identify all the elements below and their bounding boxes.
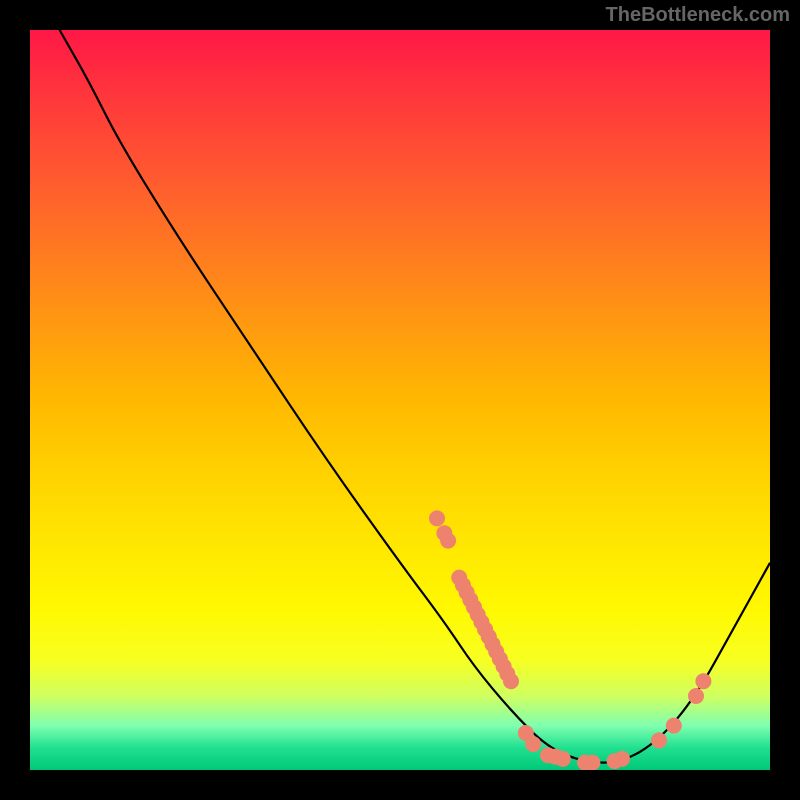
- chart-svg: [30, 30, 770, 770]
- watermark-text: TheBottleneck.com: [606, 4, 790, 27]
- chart-scatter-points: [429, 510, 711, 770]
- scatter-point: [429, 510, 445, 526]
- scatter-point: [584, 755, 600, 770]
- scatter-point: [614, 751, 630, 767]
- chart-curve: [60, 30, 770, 763]
- scatter-point: [666, 718, 682, 734]
- scatter-point: [688, 688, 704, 704]
- scatter-point: [503, 673, 519, 689]
- chart-plot-area: [30, 30, 770, 770]
- scatter-point: [695, 673, 711, 689]
- scatter-point: [555, 751, 571, 767]
- scatter-point: [440, 533, 456, 549]
- scatter-point: [525, 736, 541, 752]
- scatter-point: [651, 732, 667, 748]
